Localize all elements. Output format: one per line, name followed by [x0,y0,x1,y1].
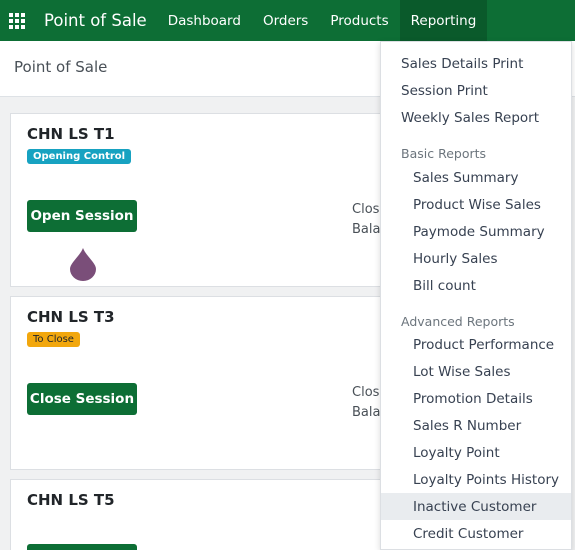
session-name: CHN LS T5 [27,491,115,509]
reporting-dropdown-menu: Sales Details Print Session Print Weekly… [380,41,572,550]
menu-item-inactive-customer[interactable]: Inactive Customer [381,493,571,520]
session-button[interactable] [27,544,137,550]
app-brand[interactable]: Point of Sale [34,0,157,41]
menu-item-product-performance[interactable]: Product Performance [381,331,571,358]
nav-orders[interactable]: Orders [252,0,319,41]
menu-item-paymode-summary[interactable]: Paymode Summary [381,218,571,245]
menu-item-bill-count[interactable]: Bill count [381,272,571,299]
menu-item-product-wise-sales[interactable]: Product Wise Sales [381,191,571,218]
menu-item-weekly-sales-report[interactable]: Weekly Sales Report [381,104,571,131]
menu-item-sales-details-print[interactable]: Sales Details Print [381,50,571,77]
session-info-line: Clos [352,385,380,400]
nav-products[interactable]: Products [319,0,399,41]
menu-item-session-print[interactable]: Session Print [381,77,571,104]
status-badge: To Close [27,332,80,347]
session-info-line: Clos [352,202,380,217]
menu-section-basic-reports: Basic Reports [401,146,487,161]
session-info-line: Bala [352,405,381,420]
session-info-line: Bala [352,222,381,237]
close-session-button[interactable]: Close Session [27,383,137,415]
nav-dashboard[interactable]: Dashboard [157,0,252,41]
menu-item-lot-wise-sales[interactable]: Lot Wise Sales [381,358,571,385]
menu-section-advanced-reports: Advanced Reports [401,314,515,329]
menu-item-credit-customer[interactable]: Credit Customer [381,520,571,547]
nav-reporting[interactable]: Reporting [399,0,488,41]
session-name: CHN LS T3 [27,308,115,326]
top-navbar: Point of Sale Dashboard Orders Products … [0,0,575,41]
menu-item-sales-summary[interactable]: Sales Summary [381,164,571,191]
open-session-button[interactable]: Open Session [27,200,137,232]
menu-item-loyalty-point[interactable]: Loyalty Point [381,439,571,466]
session-name: CHN LS T1 [27,125,115,143]
menu-item-sales-r-number[interactable]: Sales R Number [381,412,571,439]
menu-item-hourly-sales[interactable]: Hourly Sales [381,245,571,272]
page-title: Point of Sale [14,58,108,76]
menu-item-loyalty-points-history[interactable]: Loyalty Points History [381,466,571,493]
status-badge: Opening Control [27,149,132,164]
menu-item-promotion-details[interactable]: Promotion Details [381,385,571,412]
apps-grid-icon[interactable] [0,0,34,41]
droplet-icon [70,248,96,281]
